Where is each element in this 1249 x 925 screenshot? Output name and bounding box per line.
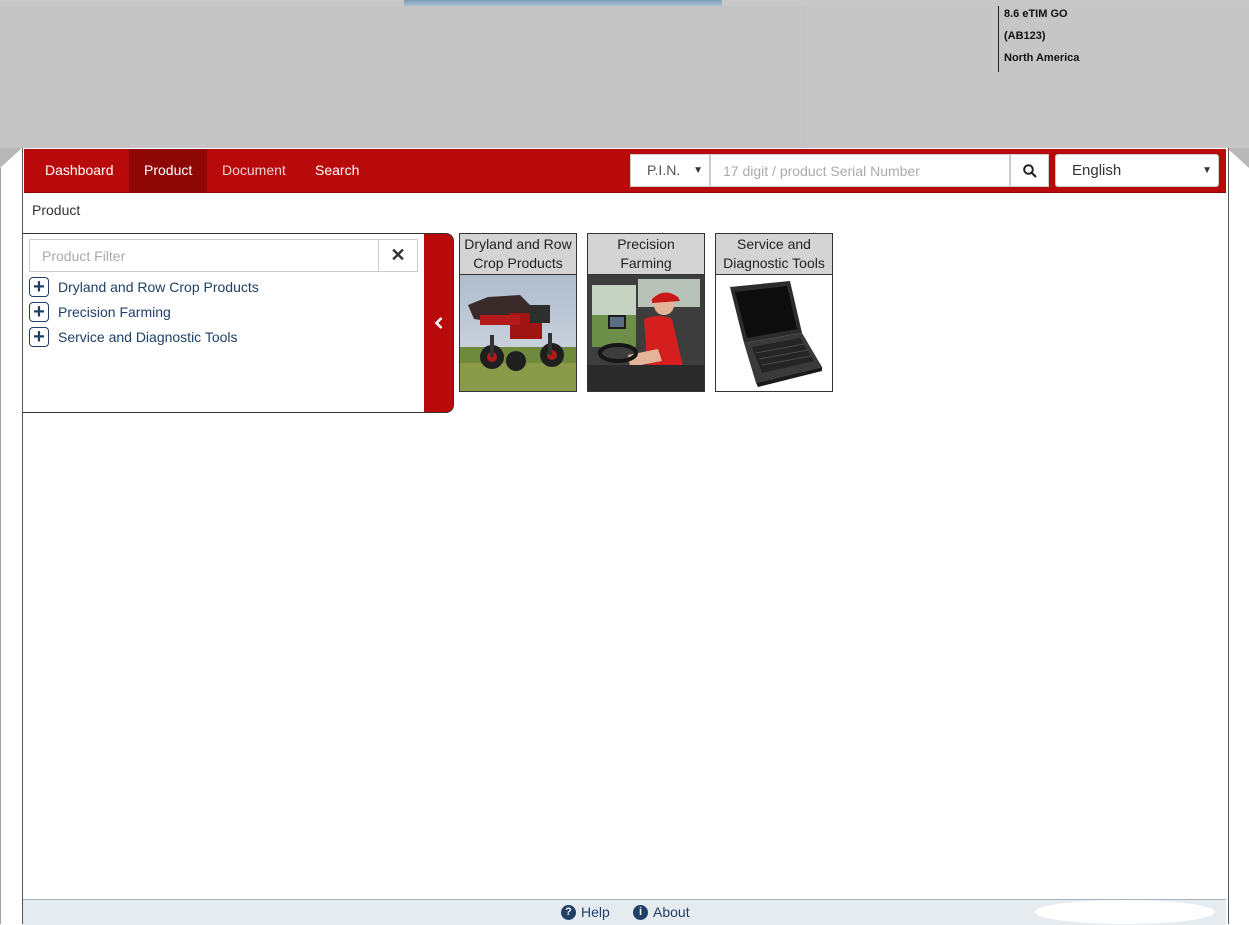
frame-corner-right (1227, 148, 1249, 168)
help-label[interactable]: Help (581, 904, 610, 920)
tree-item-label[interactable]: Precision Farming (58, 304, 171, 320)
laptop-image (716, 275, 832, 391)
version-code: (AB123) (1004, 30, 1046, 42)
tile-title: Precision Farming (588, 234, 704, 275)
expand-plus-icon[interactable]: + (29, 327, 49, 347)
help-link[interactable]: ? Help (561, 904, 610, 920)
clear-filter-button[interactable]: ✕ (378, 239, 418, 272)
chevron-down-icon: ▼ (1202, 165, 1212, 176)
collapse-panel-button[interactable] (424, 233, 454, 413)
serial-number-input[interactable] (710, 154, 1010, 187)
nav-dashboard[interactable]: Dashboard (30, 149, 129, 192)
frame-corner-left (0, 148, 22, 168)
close-icon: ✕ (390, 245, 406, 265)
language-select[interactable]: English ▼ (1055, 154, 1219, 187)
tile-title: Service and Diagnostic Tools (716, 234, 832, 275)
pin-type-value: P.I.N. (647, 162, 681, 178)
search-button[interactable] (1010, 154, 1049, 187)
banner-image (0, 6, 806, 148)
expand-plus-icon[interactable]: + (29, 277, 49, 297)
version-label: 8.6 eTIM GO (1004, 8, 1068, 20)
tree-item-precision-farming[interactable]: + Precision Farming (29, 301, 171, 323)
nav-product[interactable]: Product (129, 149, 208, 192)
info-icon: i (633, 904, 648, 920)
nav-document[interactable]: Document (207, 149, 301, 192)
breadcrumb: Product (32, 202, 81, 218)
chevron-left-icon (434, 317, 442, 329)
tree-item-dryland[interactable]: + Dryland and Row Crop Products (29, 276, 259, 298)
tile-dryland[interactable]: Dryland and Row Crop Products (459, 233, 577, 392)
chevron-down-icon: ▼ (693, 165, 703, 176)
page-edge (0, 168, 1, 924)
search-icon (1022, 163, 1037, 178)
expand-plus-icon[interactable]: + (29, 302, 49, 322)
tree-item-service-tools[interactable]: + Service and Diagnostic Tools (29, 326, 238, 348)
banner-strip (404, 0, 722, 6)
farmer-in-cab-image (588, 275, 704, 391)
about-link[interactable]: i About (633, 904, 690, 920)
tile-service-tools[interactable]: Service and Diagnostic Tools (715, 233, 833, 392)
tile-title: Dryland and Row Crop Products (460, 234, 576, 275)
region-label: North America (1004, 52, 1080, 64)
footer-overlay (1035, 900, 1215, 924)
about-label[interactable]: About (653, 904, 690, 920)
question-icon: ? (561, 904, 576, 920)
sprayer-image (460, 275, 576, 391)
product-filter-input[interactable] (29, 239, 379, 272)
tree-item-label[interactable]: Dryland and Row Crop Products (58, 279, 259, 295)
version-info: 8.6 eTIM GO (AB123) North America (998, 6, 1119, 72)
tile-precision-farming[interactable]: Precision Farming (587, 233, 705, 392)
pin-type-select[interactable]: P.I.N. ▼ (630, 154, 710, 187)
language-value: English (1072, 162, 1122, 179)
tree-item-label[interactable]: Service and Diagnostic Tools (58, 329, 238, 345)
nav-search[interactable]: Search (300, 149, 374, 192)
